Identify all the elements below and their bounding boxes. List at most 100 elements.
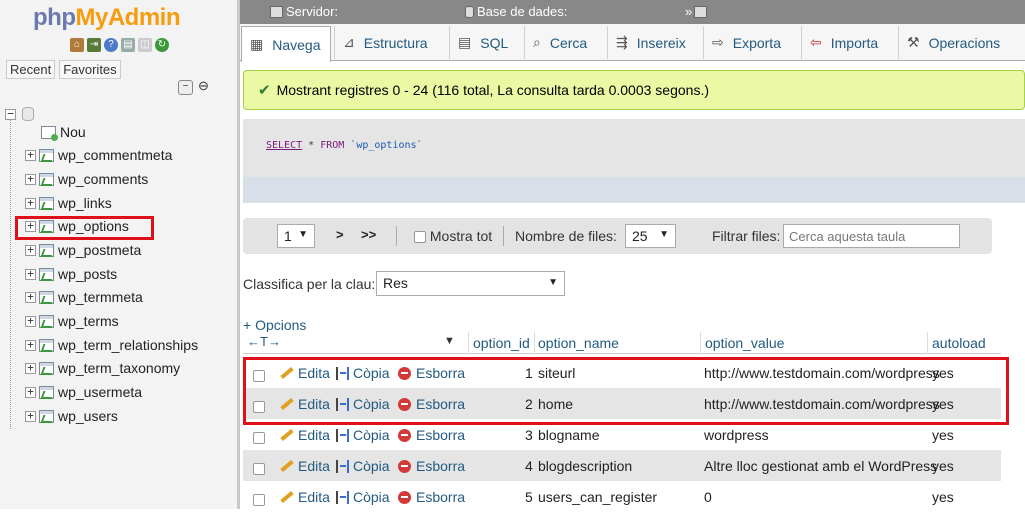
cell-autoload[interactable]: yes [932, 489, 954, 505]
cell-option-id[interactable]: 3 [525, 427, 533, 443]
delete-button[interactable]: Esborra [398, 427, 465, 443]
tree-item-wp_termmeta[interactable]: + wp_termmeta [25, 287, 143, 307]
filter-input[interactable]: Cerca aquesta taula [783, 224, 960, 248]
filter-label: Filtrar files: [712, 228, 781, 244]
tree-item-new[interactable]: Nou [25, 122, 86, 142]
panel-divider[interactable] [237, 0, 240, 509]
cell-autoload[interactable]: yes [932, 427, 954, 443]
tab-exporta[interactable]: ⇨ Exporta [703, 26, 795, 59]
sql-select-keyword[interactable]: SELECT [266, 140, 302, 151]
page-select[interactable]: 1 ▼ [277, 224, 315, 248]
tab-estructura[interactable]: ⊿ Estructura [334, 26, 445, 59]
table-icon [39, 243, 54, 257]
last-page-button[interactable]: >> [361, 227, 376, 242]
delete-button[interactable]: Esborra [398, 458, 465, 474]
sql-from-keyword: FROM [320, 140, 345, 151]
tab-sql[interactable]: ▤ SQL [449, 26, 521, 59]
tree-item-wp_usermeta[interactable]: + wp_usermeta [25, 382, 142, 402]
tree-item-wp_term_taxonomy[interactable]: + wp_term_taxonomy [25, 358, 180, 378]
copy-label: Còpia [353, 458, 390, 474]
tree-item-label: wp_users [58, 408, 118, 424]
breadcrumb-server[interactable]: Servidor: [270, 4, 338, 19]
cell-option-value[interactable]: 0 [704, 489, 712, 505]
column-arrows-icon[interactable]: ←T→ [247, 334, 281, 349]
rows-select[interactable]: 25 ▼ [625, 224, 676, 248]
header-option-value[interactable]: option_value [705, 335, 784, 351]
cell-option-name[interactable]: users_can_register [538, 489, 657, 505]
tab-importa[interactable]: ⇦ Importa [801, 26, 892, 59]
show-all-checkbox[interactable] [414, 231, 426, 243]
row-checkbox[interactable] [253, 460, 265, 476]
copy-button[interactable]: Còpia [336, 489, 390, 505]
tree-item-wp_terms[interactable]: + wp_terms [25, 311, 119, 331]
expand-icon[interactable]: + [25, 362, 36, 374]
collapse-all-icon[interactable]: − [178, 80, 193, 95]
table-icon [39, 338, 54, 352]
expand-icon[interactable]: + [25, 386, 36, 398]
sort-value: Res [383, 275, 408, 291]
sort-dropdown-icon[interactable]: ▼ [444, 335, 455, 347]
next-page-button[interactable]: > [336, 227, 344, 242]
tab-cerca[interactable]: ⌕ Cerca [524, 26, 604, 59]
tab-navega[interactable]: ▦ Navega [241, 26, 331, 62]
expand-icon[interactable]: + [25, 315, 36, 327]
tab-label: Navega [272, 36, 321, 53]
options-link[interactable]: + Opcions [243, 317, 306, 333]
breadcrumb-database[interactable]: Base de dades: [465, 4, 567, 19]
tree-item-wp_comments[interactable]: + wp_comments [25, 169, 148, 189]
expand-icon[interactable]: + [25, 291, 36, 303]
logout-icon[interactable]: ⇥ [87, 38, 101, 52]
cell-autoload[interactable]: yes [932, 458, 954, 474]
expand-icon[interactable]: + [25, 173, 36, 185]
cell-option-name[interactable]: blogname [538, 427, 600, 443]
cell-option-id[interactable]: 5 [525, 489, 533, 505]
expand-icon[interactable]: + [25, 410, 36, 422]
tree-item-wp_posts[interactable]: + wp_posts [25, 264, 117, 284]
tab-operacions[interactable]: ⚒ Operacions [898, 26, 1018, 59]
cell-option-value[interactable]: Altre lloc gestionat amb el WordPress [704, 458, 937, 474]
table-icon [39, 148, 54, 162]
tree-item-wp_links[interactable]: + wp_links [25, 193, 112, 213]
pencil-icon [280, 490, 294, 504]
sort-label: Classifica per la clau: [243, 276, 376, 292]
favorites-tab[interactable]: Favorites [59, 60, 121, 79]
tab-insereix[interactable]: ⇶ Insereix [607, 26, 699, 59]
row-checkbox[interactable] [253, 491, 265, 507]
sql-query[interactable]: SELECT * FROM `wp_options` [266, 140, 423, 151]
reload-icon[interactable]: ↻ [155, 38, 169, 52]
recent-tab[interactable]: Recent [6, 60, 56, 79]
header-option-id[interactable]: option_id [473, 335, 530, 351]
tree-item-wp_term_relationships[interactable]: + wp_term_relationships [25, 335, 198, 355]
delete-button[interactable]: Esborra [398, 489, 465, 505]
edit-button[interactable]: Edita [280, 489, 330, 505]
tree-item-wp_postmeta[interactable]: + wp_postmeta [25, 240, 141, 260]
sort-select[interactable]: Res ▼ [376, 271, 565, 296]
tree-item-label: Nou [60, 124, 86, 140]
edit-button[interactable]: Edita [280, 458, 330, 474]
docs-icon[interactable]: ▤ [121, 38, 135, 52]
expand-icon[interactable]: + [25, 268, 36, 280]
settings-icon[interactable]: ◫ [138, 38, 152, 52]
header-autoload[interactable]: autoload [932, 335, 986, 351]
expand-icon[interactable]: + [25, 244, 36, 256]
cell-option-id[interactable]: 4 [525, 458, 533, 474]
link-icon[interactable]: ⊖ [196, 79, 211, 95]
expand-icon[interactable]: + [25, 197, 36, 209]
edit-button[interactable]: Edita [280, 427, 330, 443]
help-icon[interactable]: ? [104, 38, 118, 52]
phpmyadmin-logo[interactable]: phpMyAdmin [33, 4, 180, 32]
copy-button[interactable]: Còpia [336, 427, 390, 443]
row-checkbox[interactable] [253, 429, 265, 445]
tree-item-wp_commentmeta[interactable]: + wp_commentmeta [25, 145, 172, 165]
home-icon[interactable]: ⌂ [70, 38, 84, 52]
tree-item-wp_users[interactable]: + wp_users [25, 406, 118, 426]
cell-option-name[interactable]: blogdescription [538, 458, 632, 474]
copy-button[interactable]: Còpia [336, 458, 390, 474]
cell-option-value[interactable]: wordpress [704, 427, 769, 443]
collapse-icon[interactable]: − [5, 108, 16, 120]
show-all-control[interactable]: Mostra tot [414, 228, 492, 244]
pencil-icon [280, 428, 294, 442]
header-option-name[interactable]: option_name [538, 335, 619, 351]
expand-icon[interactable]: + [25, 339, 36, 351]
expand-icon[interactable]: + [25, 149, 36, 161]
